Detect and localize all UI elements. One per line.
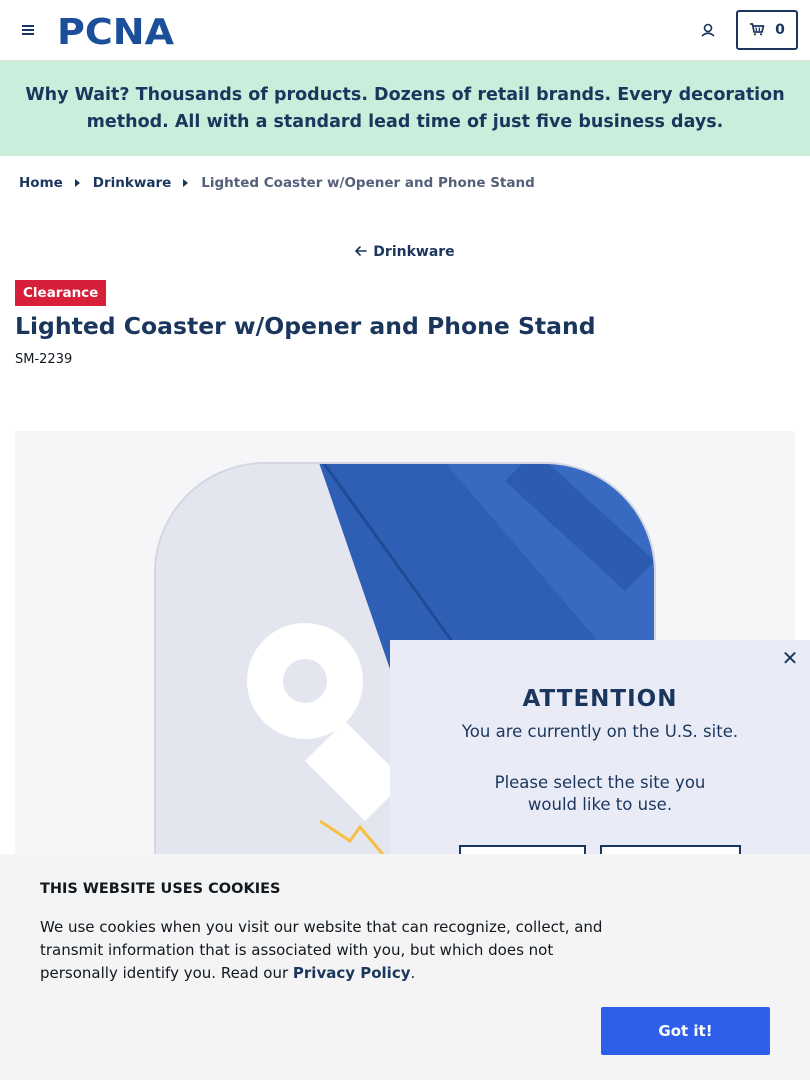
pcna-logo[interactable]: PCNA [57, 12, 177, 53]
cookie-title: THIS WEBSITE USES COOKIES [40, 881, 281, 897]
product-title: Lighted Coaster w/Opener and Phone Stand [15, 312, 596, 340]
user-icon[interactable] [696, 18, 720, 42]
breadcrumb-current: Lighted Coaster w/Opener and Phone Stand [201, 175, 535, 191]
dialog-title: ATTENTION [522, 686, 678, 712]
chevron-right-icon [74, 179, 80, 187]
product-sku: SM-2239 [15, 352, 73, 367]
promo-body: Thousands of products. Dozens of retail … [86, 84, 785, 132]
cart-button[interactable]: 0 [736, 10, 798, 50]
cart-icon [749, 21, 765, 40]
dialog-prompt: Please select the site you would like to… [494, 773, 706, 814]
privacy-policy-link[interactable]: Privacy Policy [293, 964, 411, 982]
breadcrumb-drinkware[interactable]: Drinkware [93, 175, 171, 191]
chevron-right-icon [183, 179, 189, 187]
logo-text: PCNA [57, 14, 174, 47]
breadcrumb: Home Drinkware Lighted Coaster w/Opener … [19, 172, 535, 194]
clearance-badge: Clearance [15, 280, 107, 306]
back-to-category-link[interactable]: Drinkware [0, 244, 810, 260]
hamburger-menu-icon[interactable] [16, 18, 40, 42]
promo-text: Why Wait? Thousands of products. Dozens … [14, 82, 796, 136]
accept-cookies-button[interactable]: Got it! [601, 1007, 770, 1055]
cookie-text: We use cookies when you visit our websit… [40, 916, 620, 985]
site-header: PCNA 0 [0, 0, 810, 61]
cart-count: 0 [775, 22, 785, 38]
promo-banner: Why Wait? Thousands of products. Dozens … [0, 61, 810, 156]
dialog-message: You are currently on the U.S. site. [461, 722, 739, 741]
breadcrumb-home[interactable]: Home [19, 175, 63, 191]
promo-lead: Why Wait? [25, 84, 130, 105]
back-link-label: Drinkware [373, 244, 455, 260]
close-icon[interactable]: ✕ [780, 646, 800, 670]
arrow-left-icon [355, 244, 368, 260]
cookie-period: . [410, 964, 416, 982]
cookie-banner: THIS WEBSITE USES COOKIES We use cookies… [0, 854, 810, 1080]
